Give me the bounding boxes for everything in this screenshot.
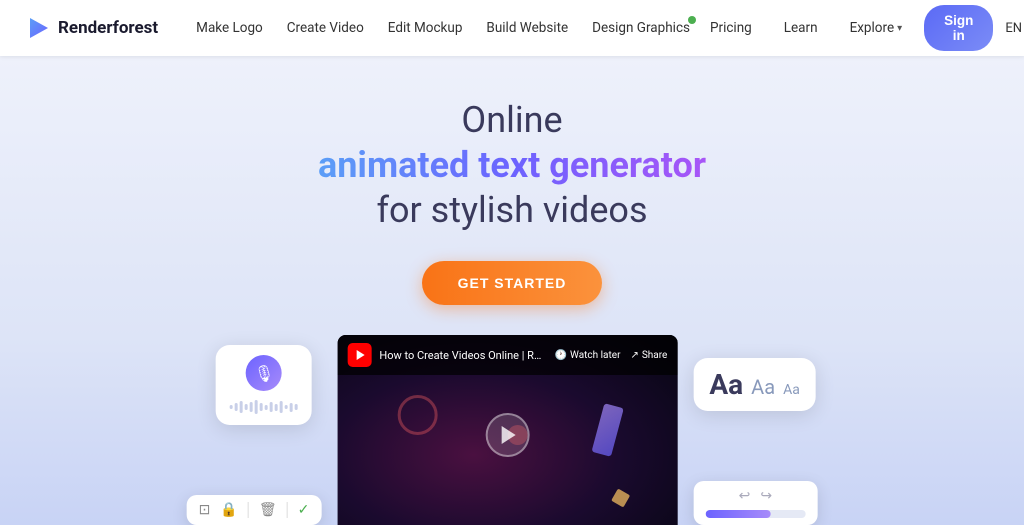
logo-text: Renderforest	[58, 18, 158, 38]
crop-icon[interactable]: ⊡	[199, 502, 211, 518]
trash-icon[interactable]: 🗑	[259, 502, 277, 518]
mic-icon: 🎙	[246, 355, 282, 391]
progress-controls: ↩ ↪	[705, 488, 805, 504]
font-size-selector: Aa Aa Aa	[709, 368, 799, 401]
nav-explore[interactable]: Explore ▾	[840, 14, 913, 42]
undo-icon[interactable]: ↩	[739, 488, 751, 504]
hero-title: Online animated text generator for styli…	[318, 98, 706, 233]
video-thumbnail[interactable]: How to Create Videos Online | Renderfore…	[337, 335, 677, 525]
nav-links: Make Logo Create Video Edit Mockup Build…	[186, 14, 700, 42]
separator	[248, 502, 249, 518]
toolbar-card: ⊡ 🔒 🗑 ✓	[187, 495, 322, 525]
nav-edit-mockup[interactable]: Edit Mockup	[378, 14, 473, 42]
new-badge	[688, 16, 696, 24]
progress-card: ↩ ↪	[693, 481, 817, 525]
video-actions: 🕐 Watch later ↗ Share	[555, 350, 668, 361]
video-title: How to Create Videos Online | Renderfore…	[379, 349, 546, 362]
clock-icon: 🕐	[555, 350, 567, 361]
mic-card: 🎙	[216, 345, 312, 425]
progress-fill	[705, 510, 770, 518]
hero-title-line1: Online	[318, 98, 706, 143]
font-card: Aa Aa Aa	[693, 358, 815, 411]
video-section: 🎙 ⊡	[207, 335, 818, 525]
signin-button[interactable]: Sign in	[924, 5, 993, 51]
hero-title-line2: animated text generator	[318, 143, 706, 188]
check-icon[interactable]: ✓	[298, 502, 310, 518]
lock-icon[interactable]: 🔒	[220, 502, 237, 518]
font-small[interactable]: Aa	[783, 382, 800, 398]
video-header: How to Create Videos Online | Renderfore…	[337, 335, 677, 375]
hero-section: Online animated text generator for styli…	[0, 56, 1024, 525]
nav-right: Pricing Learn Explore ▾ Sign in EN ▾	[700, 5, 1024, 51]
get-started-button[interactable]: GET STARTED	[422, 261, 603, 305]
share-icon: ↗	[630, 350, 638, 361]
play-button[interactable]	[485, 413, 529, 457]
redo-icon[interactable]: ↪	[760, 488, 772, 504]
watch-later-button[interactable]: 🕐 Watch later	[555, 350, 621, 361]
navbar: Renderforest Make Logo Create Video Edit…	[0, 0, 1024, 56]
hero-title-line3: for stylish videos	[318, 188, 706, 233]
font-medium[interactable]: Aa	[751, 375, 775, 399]
nav-learn[interactable]: Learn	[774, 14, 828, 42]
nav-pricing[interactable]: Pricing	[700, 14, 762, 42]
progress-bar	[705, 510, 805, 518]
font-large[interactable]: Aa	[709, 368, 743, 401]
share-button[interactable]: ↗ Share	[630, 350, 667, 361]
chevron-down-icon: ▾	[897, 23, 902, 34]
nav-design-graphics[interactable]: Design Graphics	[582, 14, 700, 42]
nav-make-logo[interactable]: Make Logo	[186, 14, 273, 42]
language-selector[interactable]: EN ▾	[1005, 21, 1024, 36]
logo[interactable]: Renderforest	[24, 14, 158, 42]
logo-icon	[24, 14, 52, 42]
youtube-icon	[347, 343, 371, 367]
separator	[287, 502, 288, 518]
audio-wave	[230, 399, 298, 415]
nav-build-website[interactable]: Build Website	[476, 14, 578, 42]
nav-create-video[interactable]: Create Video	[277, 14, 374, 42]
